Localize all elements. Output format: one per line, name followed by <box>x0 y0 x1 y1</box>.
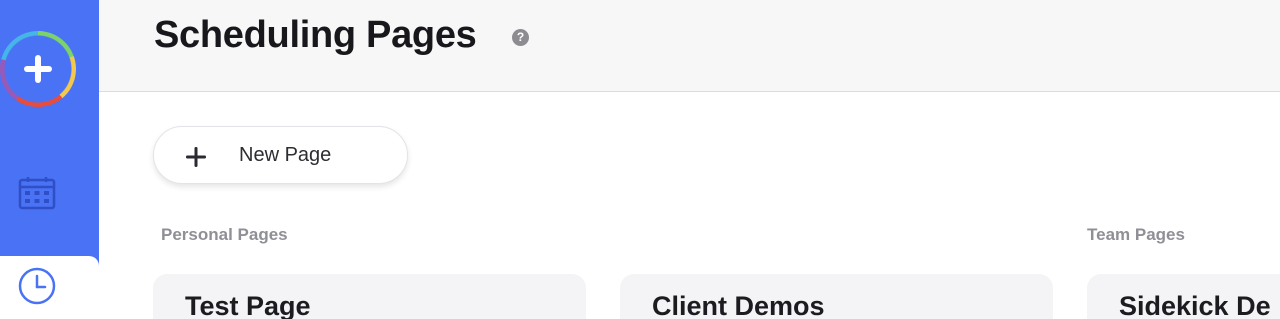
clock-icon <box>18 267 56 305</box>
plus-icon <box>24 55 52 83</box>
calendar-icon <box>18 177 56 210</box>
new-page-label: New Page <box>239 144 332 166</box>
sidebar <box>0 0 99 319</box>
scheduling-page-card[interactable]: Test Page <box>153 274 586 319</box>
new-page-button[interactable]: New Page <box>153 126 408 184</box>
card-title: Test Page <box>185 291 311 319</box>
create-new-button[interactable] <box>0 31 76 107</box>
card-title: Client Demos <box>652 291 825 319</box>
sidebar-item-scheduling-pages[interactable] <box>0 256 99 319</box>
card-title: Sidekick De <box>1119 291 1271 319</box>
sidebar-item-calendar[interactable] <box>14 173 58 213</box>
help-icon[interactable]: ? <box>512 29 529 46</box>
app-window: Scheduling Pages ? New Page Personal Pag… <box>0 0 1280 319</box>
page-header: Scheduling Pages ? <box>99 0 1280 92</box>
scheduling-page-card[interactable]: Client Demos <box>620 274 1053 319</box>
team-page-card[interactable]: Sidekick De <box>1087 274 1280 319</box>
plus-icon <box>186 147 206 167</box>
team-pages-heading: Team Pages <box>1087 225 1185 244</box>
personal-pages-heading: Personal Pages <box>161 225 288 244</box>
page-title: Scheduling Pages <box>154 14 477 56</box>
